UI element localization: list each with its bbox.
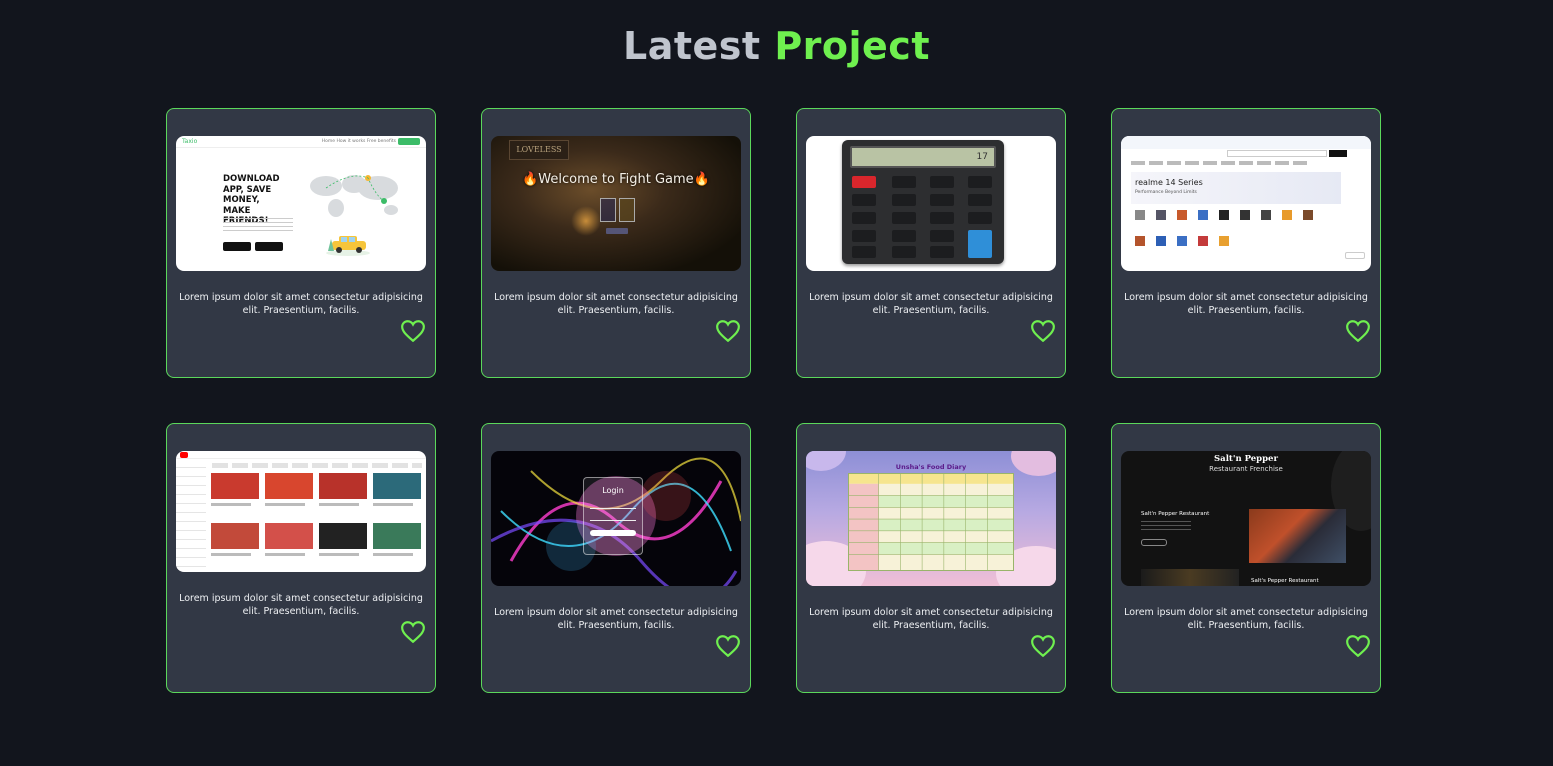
heart-icon[interactable] [1345,634,1371,658]
project-card[interactable]: Unsha's Food Diary Lorem ipsum dolor sit… [796,423,1066,693]
thumb-search-button [1329,150,1347,157]
thumb-video-grid [211,473,421,556]
thumb-restaurant-photo [1249,509,1346,563]
world-map-illustration [310,175,398,217]
project-description: Lorem ipsum dolor sit amet consectetur a… [179,593,423,617]
thumb-filter-chips [212,463,422,468]
project-thumbnail-food-diary[interactable]: Unsha's Food Diary [806,451,1056,586]
thumb-nav-button [398,138,420,145]
heart-icon[interactable] [400,620,426,644]
project-thumbnail-taxi-app[interactable]: Taxio Home How it works Free benefits DO… [176,136,426,271]
thumb-logo: Taxio [182,138,198,145]
thumb-start-button [606,228,628,234]
fighter-card [600,198,616,222]
heart-icon[interactable] [1030,634,1056,658]
heading-word-project: Project [774,24,930,68]
project-card[interactable]: LOVELESS 🔥Welcome to Fight Game🔥 Lorem i… [481,108,751,378]
thumb-banner-subtitle: Performance Beyond Limits [1135,190,1197,195]
login-input [590,504,636,509]
thumb-title: Unsha's Food Diary [895,463,967,471]
calculator-body: 17 [842,140,1004,264]
thumb-subtitle: Restaurant Frenchise [1209,465,1283,473]
thumb-header [1121,136,1371,149]
project-card[interactable]: 17 Lorem ipsum dolor sit amet consectetu… [796,108,1066,378]
project-card[interactable]: Salt'n Pepper Restaurant Frenchise Salt'… [1111,423,1381,693]
project-card[interactable]: Taxio Home How it works Free benefits DO… [166,108,436,378]
heart-icon[interactable] [715,634,741,658]
project-thumbnail-calculator[interactable]: 17 [806,136,1056,271]
heart-icon[interactable] [400,319,426,343]
project-description: Lorem ipsum dolor sit amet consectetur a… [809,292,1053,316]
thumb-branch-info [1141,521,1191,531]
project-thumbnail-restaurant[interactable]: Salt'n Pepper Restaurant Frenchise Salt'… [1121,451,1371,586]
project-thumbnail-video-site[interactable] [176,451,426,572]
heart-icon[interactable] [1030,319,1056,343]
heart-icon[interactable] [1345,319,1371,343]
project-thumbnail-ecommerce[interactable]: realme 14 Series Performance Beyond Limi… [1121,136,1371,271]
login-form: Login [583,477,643,555]
fighter-card [619,198,635,222]
thumb-restaurant-photo [1141,569,1239,586]
food-diary-table [848,473,1014,571]
thumb-brand: Salt'n Pepper [1214,454,1278,464]
thumb-direction-button [1141,539,1167,546]
project-description: Lorem ipsum dolor sit amet consectetur a… [494,607,738,631]
project-description: Lorem ipsum dolor sit amet consectetur a… [1124,292,1368,316]
latest-project-section: Latest Project Taxio Home How it works F… [0,0,1553,766]
thumb-title: 🔥Welcome to Fight Game🔥 [522,172,710,187]
thumb-nav-links: Home How it works Free benefits [321,139,396,144]
project-thumbnail-login[interactable]: Login [491,451,741,586]
thumb-category-bar [1131,161,1311,165]
project-card[interactable]: Lorem ipsum dolor sit amet consectetur a… [166,423,436,693]
thumb-branch-name: Salt'n Pepper Restaurant [1141,511,1210,517]
thumb-banner [1131,172,1341,204]
project-description: Lorem ipsum dolor sit amet consectetur a… [494,292,738,316]
project-card[interactable]: realme 14 Series Performance Beyond Limi… [1111,108,1381,378]
thumb-search-bar [1227,150,1327,157]
project-card[interactable]: Login Lorem ipsum dolor sit amet consect… [481,423,751,693]
thumb-banner-title: realme 14 Series [1135,178,1203,187]
project-description: Lorem ipsum dolor sit amet consectetur a… [179,292,423,316]
taxi-illustration [326,236,370,256]
heart-icon[interactable] [715,319,741,343]
login-title: Login [602,486,624,495]
calculator-display: 17 [976,152,988,162]
login-input [590,516,636,521]
thumb-topbar [176,451,426,459]
login-button [590,530,636,536]
thumb-sign: LOVELESS [509,140,569,160]
project-description: Lorem ipsum dolor sit amet consectetur a… [1124,607,1368,631]
video-logo-icon [180,452,188,458]
calculator-screen: 17 [850,146,996,168]
thumb-category-grid [1135,210,1313,246]
calculator-keypad [852,176,992,258]
thumb-sidebar [176,461,206,571]
thumb-branch-name: Salt's Pepper Restaurant [1251,578,1319,584]
heading-word-latest: Latest [623,24,761,68]
section-heading: Latest Project [0,24,1553,68]
thumb-paragraph [223,218,293,234]
thumb-store-button [255,242,283,251]
thumb-store-button [223,242,251,251]
thumb-light [571,206,601,236]
project-thumbnail-fight-game[interactable]: LOVELESS 🔥Welcome to Fight Game🔥 [491,136,741,271]
thumb-view-all-button [1345,252,1365,259]
project-description: Lorem ipsum dolor sit amet consectetur a… [809,607,1053,631]
